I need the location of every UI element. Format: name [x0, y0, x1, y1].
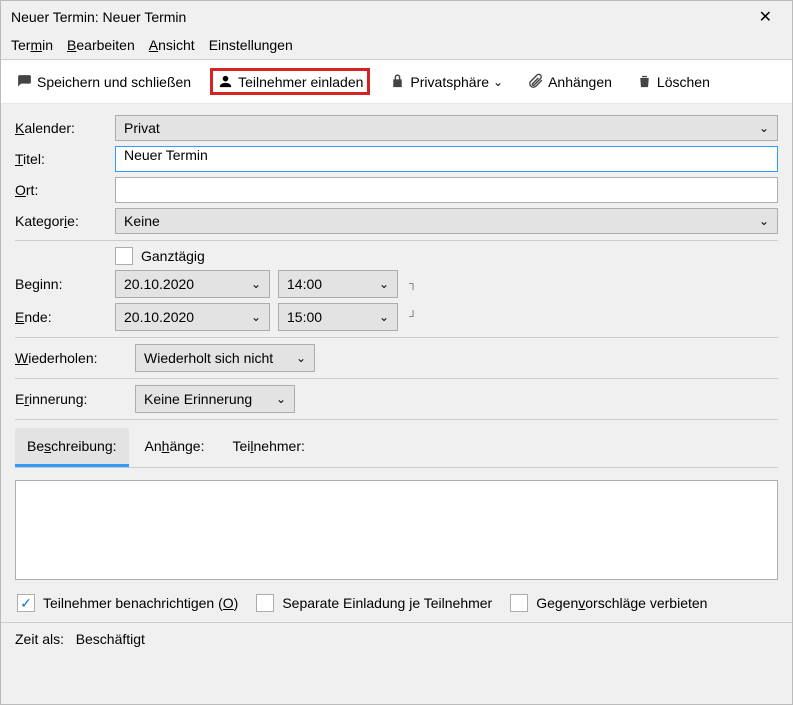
chevron-down-icon: ⌄	[379, 310, 389, 324]
tab-description[interactable]: Beschreibung:	[15, 428, 129, 467]
invite-label: Teilnehmer einladen	[238, 74, 363, 90]
window-titlebar: Neuer Termin: Neuer Termin ✕	[1, 1, 792, 33]
chevron-down-icon: ⌄	[759, 121, 769, 135]
delete-label: Löschen	[657, 74, 710, 90]
chevron-down-icon: ⌄	[296, 351, 306, 365]
category-value: Keine	[124, 213, 160, 229]
privacy-button[interactable]: Privatsphäre ⌄	[384, 70, 508, 93]
calendar-value: Privat	[124, 120, 160, 136]
separate-label: Separate Einladung je Teilnehmer	[282, 595, 492, 611]
category-label: Kategorie:	[15, 213, 115, 229]
reminder-select[interactable]: Keine Erinnerung ⌄	[135, 385, 295, 413]
title-value: Neuer Termin	[124, 147, 208, 163]
divider	[15, 378, 778, 379]
end-date-input[interactable]: 20.10.2020 ⌄	[115, 303, 270, 331]
calendar-label: Kalender:	[15, 120, 115, 136]
window-title: Neuer Termin: Neuer Termin	[11, 9, 186, 25]
menu-bearbeiten[interactable]: Bearbeiten	[67, 37, 135, 53]
location-label: Ort:	[15, 182, 115, 198]
start-date-input[interactable]: 20.10.2020 ⌄	[115, 270, 270, 298]
end-label: Ende:	[15, 309, 115, 325]
trash-icon	[636, 73, 653, 90]
allday-label: Ganztägig	[141, 248, 205, 264]
status-bar: Zeit als: Beschäftigt	[1, 622, 792, 655]
chevron-down-icon: ⌄	[251, 310, 261, 324]
lock-icon	[389, 73, 406, 90]
end-date-value: 20.10.2020	[124, 309, 194, 325]
save-close-label: Speichern und schließen	[37, 74, 191, 90]
paperclip-icon	[527, 73, 544, 90]
repeat-value: Wiederholt sich nicht	[144, 350, 273, 366]
toolbar: Speichern und schließen Teilnehmer einla…	[1, 60, 792, 104]
repeat-label: Wiederholen:	[15, 350, 135, 366]
divider	[15, 337, 778, 338]
status-value: Beschäftigt	[76, 631, 145, 647]
chevron-down-icon: ⌄	[379, 277, 389, 291]
notify-checkbox[interactable]	[17, 594, 35, 612]
reminder-value: Keine Erinnerung	[144, 391, 252, 407]
person-icon	[217, 73, 234, 90]
tabs: Beschreibung: Anhänge: Teilnehmer:	[15, 428, 778, 468]
title-label: Titel:	[15, 151, 115, 167]
start-date-value: 20.10.2020	[124, 276, 194, 292]
chevron-down-icon: ⌄	[276, 392, 286, 406]
divider	[15, 240, 778, 241]
category-select[interactable]: Keine ⌄	[115, 208, 778, 234]
start-time-value: 14:00	[287, 276, 322, 292]
reminder-label: Erinnerung:	[15, 391, 135, 407]
tab-attendees[interactable]: Teilnehmer:	[220, 428, 316, 467]
delete-button[interactable]: Löschen	[631, 70, 715, 93]
separate-invite-checkbox[interactable]	[256, 594, 274, 612]
close-icon[interactable]: ✕	[749, 3, 782, 31]
attach-label: Anhängen	[548, 74, 612, 90]
end-time-value: 15:00	[287, 309, 322, 325]
privacy-label: Privatsphäre	[410, 74, 489, 90]
start-label: Beginn:	[15, 276, 115, 292]
attach-button[interactable]: Anhängen	[522, 70, 617, 93]
allday-checkbox[interactable]	[115, 247, 133, 265]
title-input[interactable]: Neuer Termin	[115, 146, 778, 172]
menu-einstellungen[interactable]: Einstellungen	[209, 37, 293, 53]
link-time-icon: ┘	[404, 312, 422, 322]
chevron-down-icon: ⌄	[493, 75, 503, 89]
save-icon	[16, 73, 33, 90]
form-area: Kalender: Privat ⌄ Titel: Neuer Termin O…	[1, 104, 792, 622]
start-time-input[interactable]: 14:00 ⌄	[278, 270, 398, 298]
tab-attachments[interactable]: Anhänge:	[133, 428, 217, 467]
repeat-select[interactable]: Wiederholt sich nicht ⌄	[135, 344, 315, 372]
menu-ansicht[interactable]: Ansicht	[149, 37, 195, 53]
menu-bar: Termin Bearbeiten Ansicht Einstellungen	[1, 33, 792, 60]
calendar-select[interactable]: Privat ⌄	[115, 115, 778, 141]
description-textarea[interactable]	[15, 480, 778, 580]
counter-checkbox[interactable]	[510, 594, 528, 612]
bottom-options: Teilnehmer benachrichtigen (O) Separate …	[15, 580, 778, 622]
counter-label: Gegenvorschläge verbieten	[536, 595, 707, 611]
save-close-button[interactable]: Speichern und schließen	[11, 70, 196, 93]
divider	[15, 419, 778, 420]
menu-termin[interactable]: Termin	[11, 37, 53, 53]
status-label: Zeit als:	[15, 631, 64, 647]
location-input[interactable]	[115, 177, 778, 203]
link-time-icon: ┐	[404, 279, 422, 289]
end-time-input[interactable]: 15:00 ⌄	[278, 303, 398, 331]
chevron-down-icon: ⌄	[759, 214, 769, 228]
chevron-down-icon: ⌄	[251, 277, 261, 291]
notify-label: Teilnehmer benachrichtigen (O)	[43, 595, 238, 611]
invite-attendees-button[interactable]: Teilnehmer einladen	[210, 68, 370, 95]
